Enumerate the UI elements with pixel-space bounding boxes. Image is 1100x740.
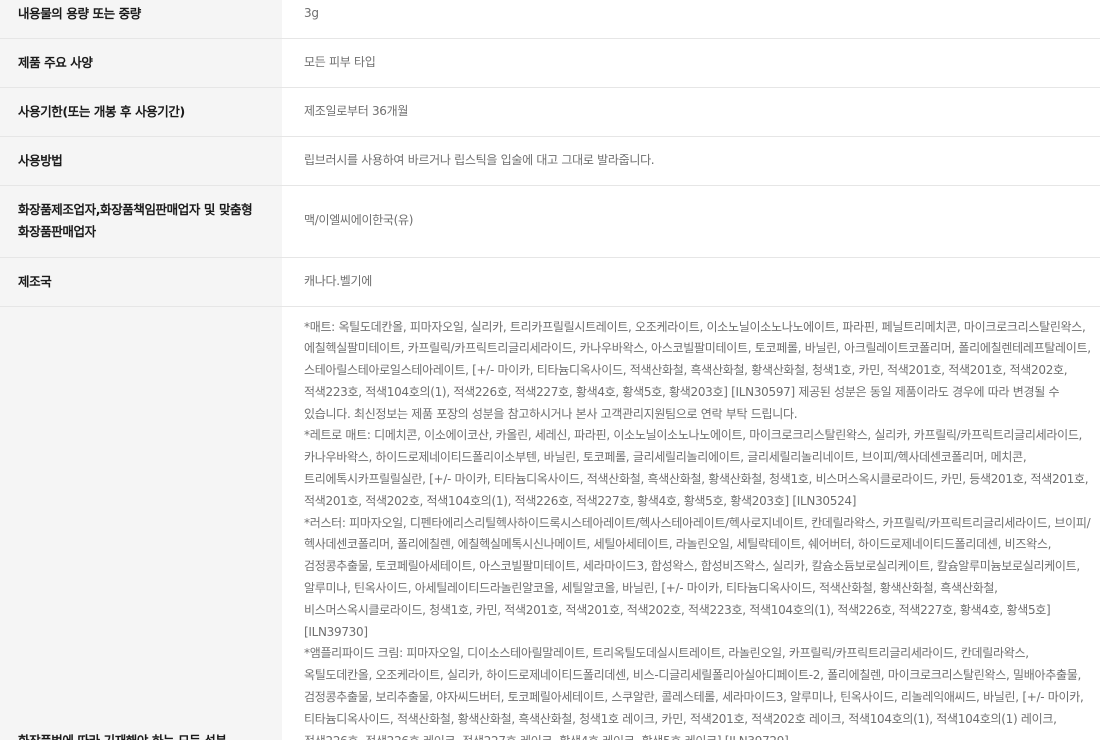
row-value: 제조일로부터 36개월 xyxy=(282,87,1100,136)
info-row-country: 제조국 캐나다.벨기에 xyxy=(0,257,1100,306)
info-row-usage: 사용방법 립브러시를 사용하여 바르거나 립스틱을 입술에 대고 그대로 발라줍… xyxy=(0,136,1100,185)
ingredients-matte: *매트: 옥틸도데칸올, 피마자오일, 실리카, 트리카프릴릴시트레이트, 오조… xyxy=(304,319,1091,421)
ingredients-amplified-creme: *앰플리파이드 크림: 피마자오일, 디이소스테아릴말레이트, 트리옥틸도데실시… xyxy=(304,646,1084,740)
row-label: 제품 주요 사양 xyxy=(0,38,282,87)
info-row-capacity: 내용물의 용량 또는 중량 3g xyxy=(0,0,1100,38)
row-value: 모든 피부 타입 xyxy=(282,38,1100,87)
info-row-manufacturer: 화장품제조업자,화장품책임판매업자 및 맞춤형 화장품판매업자 맥/이엘씨에이한… xyxy=(0,185,1100,257)
info-row-spec: 제품 주요 사양 모든 피부 타입 xyxy=(0,38,1100,87)
row-value: 립브러시를 사용하여 바르거나 립스틱을 입술에 대고 그대로 발라줍니다. xyxy=(282,136,1100,185)
info-row-ingredients: 화장품법에 따라 기재해야 하는 모든 성분 *매트: 옥틸도데칸올, 피마자오… xyxy=(0,306,1100,740)
ingredients-retro-matte: *레트로 매트: 디메치콘, 이소에이코산, 카올린, 세레신, 파라핀, 이소… xyxy=(304,428,1089,508)
ingredients-lustre: *러스터: 피마자오일, 디펜타에리스리틸헥사하이드록시스테아레이트/헥사스테아… xyxy=(304,515,1091,639)
row-label: 제조국 xyxy=(0,257,282,306)
row-label: 화장품법에 따라 기재해야 하는 모든 성분 xyxy=(0,306,282,740)
row-label: 사용방법 xyxy=(0,136,282,185)
row-label: 내용물의 용량 또는 중량 xyxy=(0,0,282,38)
row-label: 화장품제조업자,화장품책임판매업자 및 맞춤형 화장품판매업자 xyxy=(0,185,282,257)
row-value: 3g xyxy=(282,0,1100,38)
row-value: 맥/이엘씨에이한국(유) xyxy=(282,185,1100,257)
row-label: 사용기한(또는 개봉 후 사용기간) xyxy=(0,87,282,136)
row-value: 캐나다.벨기에 xyxy=(282,257,1100,306)
product-info-table: 내용물의 용량 또는 중량 3g 제품 주요 사양 모든 피부 타입 사용기한(… xyxy=(0,0,1100,740)
ingredients-list: *매트: 옥틸도데칸올, 피마자오일, 실리카, 트리카프릴릴시트레이트, 오조… xyxy=(282,306,1100,740)
info-row-expiry: 사용기한(또는 개봉 후 사용기간) 제조일로부터 36개월 xyxy=(0,87,1100,136)
